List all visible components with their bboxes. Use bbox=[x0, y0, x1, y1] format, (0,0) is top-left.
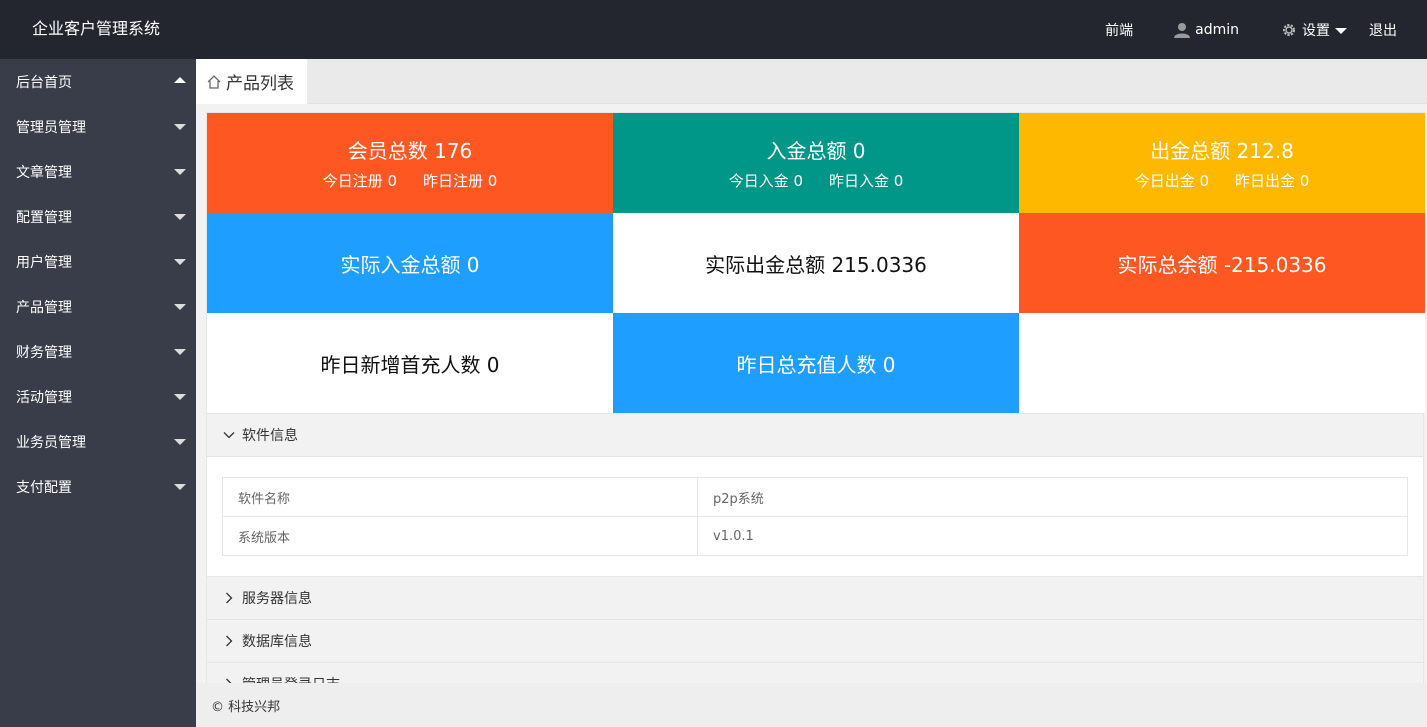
nav-user-menu[interactable]: admin bbox=[1174, 22, 1239, 38]
stat-deposit: 入金总额 0 今日入金 0 昨日入金 0 bbox=[613, 113, 1019, 213]
stat-real-balance-title: 实际总余额 -215.0336 bbox=[1117, 252, 1327, 277]
stat-withdraw-title: 出金总额 212.8 bbox=[1150, 139, 1294, 163]
sidebar-item-finance[interactable]: 财务管理 bbox=[0, 329, 196, 374]
top-header: 企业客户管理系统 前端 admin 设置 退出 bbox=[0, 0, 1427, 59]
stat-real-deposit: 实际入金总额 0 bbox=[207, 213, 613, 313]
panel-software-header[interactable]: 软件信息 bbox=[207, 413, 1423, 456]
sidebar-item-activities[interactable]: 活动管理 bbox=[0, 374, 196, 419]
home-icon bbox=[206, 74, 222, 90]
software-info-table: 软件名称 p2p系统 系统版本 v1.0.1 bbox=[222, 477, 1408, 556]
dashboard-card: 会员总数 176 今日注册 0 昨日注册 0 入金总额 0 今日入金 0 昨日入金 … bbox=[206, 112, 1425, 683]
stat-total-recharge: 昨日总充值人数 0 bbox=[613, 313, 1019, 413]
top-nav: 前端 admin 设置 退出 bbox=[1105, 0, 1427, 59]
tab-label: 产品列表 bbox=[226, 74, 294, 94]
panel-database-header[interactable]: 数据库信息 bbox=[207, 619, 1423, 662]
stat-members-title: 会员总数 176 bbox=[347, 139, 473, 163]
chevron-down-icon bbox=[174, 394, 186, 400]
sidebar-item-users[interactable]: 用户管理 bbox=[0, 239, 196, 284]
nav-user-label: admin bbox=[1195, 21, 1239, 38]
panel-login-log-header[interactable]: 管理员登录日志 bbox=[207, 662, 1423, 683]
user-icon bbox=[1174, 22, 1191, 38]
sidebar-item-label: 支付配置 bbox=[16, 479, 72, 496]
stat-real-withdraw: 实际出金总额 215.0336 bbox=[613, 213, 1019, 313]
sidebar-item-label: 用户管理 bbox=[16, 254, 72, 271]
chevron-down-icon bbox=[174, 124, 186, 130]
sidebar-item-label: 活动管理 bbox=[16, 389, 72, 406]
sidebar-item-label: 业务员管理 bbox=[16, 434, 86, 451]
chevron-down-icon bbox=[174, 484, 186, 490]
panel-software-body: 软件名称 p2p系统 系统版本 v1.0.1 bbox=[207, 456, 1423, 576]
tab-bar: 产品列表 bbox=[196, 59, 1427, 104]
chevron-right-icon bbox=[223, 635, 235, 647]
sidebar-item-label: 产品管理 bbox=[16, 299, 72, 316]
nav-settings-menu[interactable]: 设置 bbox=[1281, 20, 1347, 40]
app-title: 企业客户管理系统 bbox=[32, 19, 161, 38]
panel-software-title: 软件信息 bbox=[242, 428, 298, 444]
stat-real-deposit-title: 实际入金总额 0 bbox=[340, 252, 480, 277]
stat-deposit-title: 入金总额 0 bbox=[766, 139, 866, 163]
chevron-up-icon bbox=[174, 77, 186, 83]
chevron-down-icon bbox=[174, 439, 186, 445]
chevron-down-icon bbox=[174, 349, 186, 355]
stat-new-first-charge-title: 昨日新增首充人数 0 bbox=[320, 352, 500, 377]
stat-withdraw: 出金总额 212.8 今日出金 0 昨日出金 0 bbox=[1019, 113, 1425, 213]
stat-members: 会员总数 176 今日注册 0 昨日注册 0 bbox=[207, 113, 613, 213]
footer-copyright: © 科技兴邦 bbox=[211, 699, 281, 715]
stat-members-today: 今日注册 0 bbox=[322, 172, 397, 190]
sidebar-item-salesmen[interactable]: 业务员管理 bbox=[0, 419, 196, 464]
chevron-right-icon bbox=[223, 592, 235, 604]
table-cell-value: p2p系统 bbox=[697, 477, 1408, 517]
footer: © 科技兴邦 bbox=[196, 683, 1427, 727]
stat-withdraw-yesterday: 昨日出金 0 bbox=[1235, 172, 1310, 190]
nav-settings-label: 设置 bbox=[1302, 22, 1330, 39]
stat-deposit-yesterday: 昨日入金 0 bbox=[829, 172, 904, 190]
panel-server-header[interactable]: 服务器信息 bbox=[207, 576, 1423, 619]
sidebar-item-label: 财务管理 bbox=[16, 344, 72, 361]
chevron-down-icon bbox=[1335, 27, 1347, 34]
panel-server-title: 服务器信息 bbox=[242, 591, 312, 607]
stat-deposit-today: 今日入金 0 bbox=[728, 172, 803, 190]
sidebar-item-home[interactable]: 后台首页 bbox=[0, 59, 196, 104]
sidebar-item-label: 配置管理 bbox=[16, 209, 72, 226]
sidebar-item-payment[interactable]: 支付配置 bbox=[0, 464, 196, 509]
table-row: 软件名称 p2p系统 bbox=[222, 477, 1408, 517]
chevron-down-icon bbox=[174, 169, 186, 175]
sidebar-item-label: 后台首页 bbox=[16, 74, 72, 91]
table-cell-key: 系统版本 bbox=[222, 516, 698, 556]
chevron-down-icon bbox=[174, 214, 186, 220]
sidebar-item-articles[interactable]: 文章管理 bbox=[0, 149, 196, 194]
stat-empty bbox=[1019, 313, 1425, 413]
table-cell-key: 软件名称 bbox=[222, 477, 698, 517]
stat-new-first-charge: 昨日新增首充人数 0 bbox=[207, 313, 613, 413]
sidebar-item-config[interactable]: 配置管理 bbox=[0, 194, 196, 239]
gear-icon bbox=[1281, 22, 1297, 38]
panel-login-log-title: 管理员登录日志 bbox=[242, 674, 340, 683]
stat-total-recharge-title: 昨日总充值人数 0 bbox=[736, 352, 896, 377]
table-row: 系统版本 v1.0.1 bbox=[222, 516, 1408, 556]
stat-real-balance: 实际总余额 -215.0336 bbox=[1019, 213, 1425, 313]
nav-front-link[interactable]: 前端 bbox=[1105, 20, 1133, 40]
sidebar-item-label: 管理员管理 bbox=[16, 119, 86, 136]
main-content: 会员总数 176 今日注册 0 昨日注册 0 入金总额 0 今日入金 0 昨日入金 … bbox=[196, 104, 1427, 683]
sidebar-item-products[interactable]: 产品管理 bbox=[0, 284, 196, 329]
sidebar: 后台首页 管理员管理 文章管理 配置管理 用户管理 产品管理 财务管理 活动管理… bbox=[0, 59, 196, 727]
nav-logout-link[interactable]: 退出 bbox=[1369, 20, 1397, 40]
stat-withdraw-today: 今日出金 0 bbox=[1134, 172, 1209, 190]
chevron-down-icon bbox=[223, 429, 235, 441]
chevron-down-icon bbox=[174, 304, 186, 310]
tab-product-list[interactable]: 产品列表 bbox=[196, 59, 307, 104]
stat-real-withdraw-title: 实际出金总额 215.0336 bbox=[705, 252, 927, 277]
stats-grid: 会员总数 176 今日注册 0 昨日注册 0 入金总额 0 今日入金 0 昨日入金 … bbox=[207, 113, 1425, 413]
stat-members-yesterday: 昨日注册 0 bbox=[423, 172, 498, 190]
sidebar-item-admins[interactable]: 管理员管理 bbox=[0, 104, 196, 149]
chevron-down-icon bbox=[174, 259, 186, 265]
sidebar-item-label: 文章管理 bbox=[16, 164, 72, 181]
table-cell-value: v1.0.1 bbox=[697, 516, 1408, 556]
panel-database-title: 数据库信息 bbox=[242, 634, 312, 650]
